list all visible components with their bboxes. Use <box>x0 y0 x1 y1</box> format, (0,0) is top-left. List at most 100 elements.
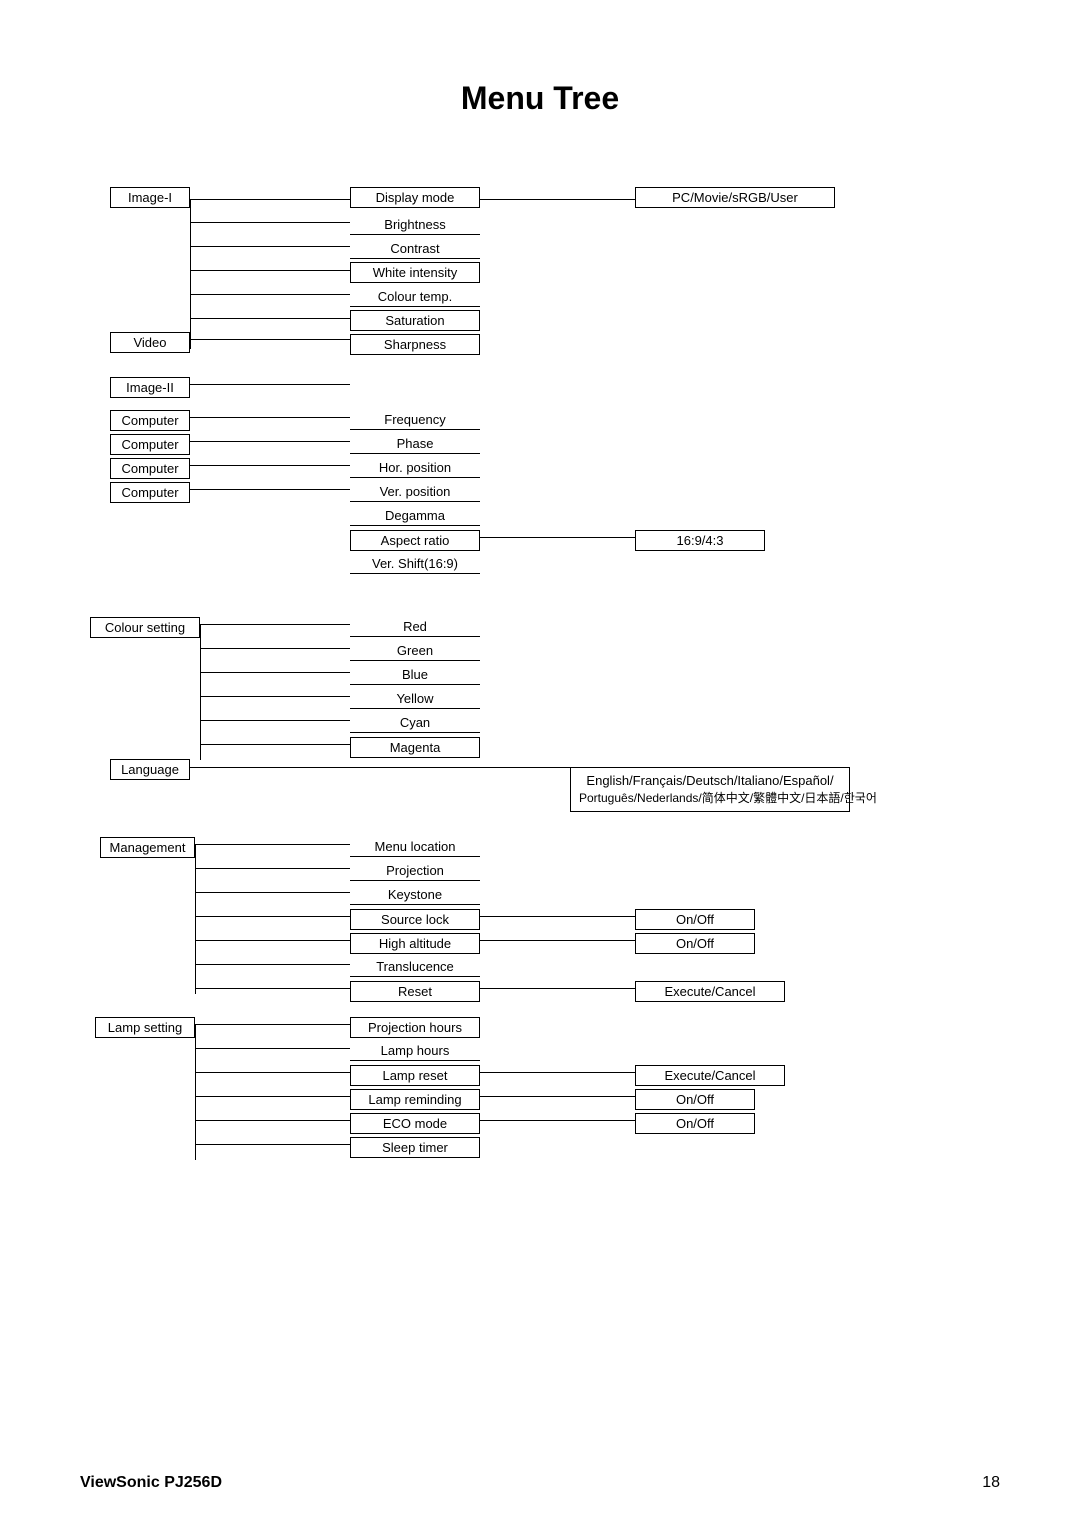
node-computer-2: Computer <box>110 434 190 455</box>
line-to-projection <box>195 868 350 869</box>
node-aspect-ratio: Aspect ratio <box>350 530 480 551</box>
node-computer-1: Computer <box>110 410 190 431</box>
node-frequency: Frequency <box>350 410 480 430</box>
node-image-ii: Image-II <box>110 377 190 398</box>
line-comp3 <box>190 465 350 466</box>
line-comp2 <box>190 441 350 442</box>
language-val-line1: English/Français/Deutsch/Italiano/Españo… <box>579 772 841 790</box>
node-reset: Reset <box>350 981 480 1002</box>
line-ecomode-col3 <box>480 1120 635 1121</box>
node-lamp-hours: Lamp hours <box>350 1041 480 1061</box>
line-to-white-intensity <box>190 270 350 271</box>
node-eco-mode: ECO mode <box>350 1113 480 1134</box>
vline-video <box>190 318 191 339</box>
node-source-lock: Source lock <box>350 909 480 930</box>
node-saturation: Saturation <box>350 310 480 331</box>
node-colour-setting: Colour setting <box>90 617 200 638</box>
node-lamp-reset-val: Execute/Cancel <box>635 1065 785 1086</box>
node-cyan: Cyan <box>350 713 480 733</box>
tree-wrapper: Image-I Video Image-II Computer Computer… <box>80 177 980 1377</box>
line-to-contrast <box>190 246 350 247</box>
node-computer-4: Computer <box>110 482 190 503</box>
footer-page: 18 <box>982 1474 1000 1492</box>
node-aspect-ratio-val: 16:9/4:3 <box>635 530 765 551</box>
vline-lamp <box>195 1024 196 1160</box>
line-to-sourcelock <box>195 916 350 917</box>
line-comp4 <box>190 489 350 490</box>
line-to-blue <box>200 672 350 673</box>
node-sharpness: Sharpness <box>350 334 480 355</box>
vline-mgmt <box>195 844 196 994</box>
node-image-i: Image-I <box>110 187 190 208</box>
line-coloursetting <box>200 624 350 625</box>
page-title: Menu Tree <box>0 0 1080 157</box>
node-colour-temp: Colour temp. <box>350 287 480 307</box>
node-language: Language <box>110 759 190 780</box>
node-display-mode-val: PC/Movie/sRGB/User <box>635 187 835 208</box>
line-to-lamphours <box>195 1048 350 1049</box>
node-keystone: Keystone <box>350 885 480 905</box>
language-val-line2: Português/Nederlands/简体中文/繁體中文/日本語/한국어 <box>579 790 841 807</box>
node-projection-hours: Projection hours <box>350 1017 480 1038</box>
line-to-magenta <box>200 744 350 745</box>
node-magenta: Magenta <box>350 737 480 758</box>
line-lampreset-col3 <box>480 1072 635 1073</box>
vline-colour <box>200 624 201 760</box>
node-sleep-timer: Sleep timer <box>350 1137 480 1158</box>
node-ver-shift: Ver. Shift(16:9) <box>350 554 480 574</box>
brand-name: ViewSonic <box>80 1474 160 1491</box>
node-yellow: Yellow <box>350 689 480 709</box>
line-to-reset <box>195 988 350 989</box>
node-degamma: Degamma <box>350 506 480 526</box>
line-dispmode-to-col3 <box>480 199 635 200</box>
node-menu-location: Menu location <box>350 837 480 857</box>
node-ver-position: Ver. position <box>350 482 480 502</box>
node-hor-position: Hor. position <box>350 458 480 478</box>
line-video-to-col2a <box>190 339 350 340</box>
line-lamp-col2 <box>195 1024 350 1025</box>
line-to-green <box>200 648 350 649</box>
node-green: Green <box>350 641 480 661</box>
node-source-lock-val: On/Off <box>635 909 755 930</box>
node-lamp-reminding-val: On/Off <box>635 1089 755 1110</box>
node-contrast: Contrast <box>350 239 480 259</box>
line-to-lampreset <box>195 1072 350 1073</box>
node-display-mode: Display mode <box>350 187 480 208</box>
node-lamp-setting: Lamp setting <box>95 1017 195 1038</box>
node-translucence: Translucence <box>350 957 480 977</box>
node-white-intensity: White intensity <box>350 262 480 283</box>
line-mgmt-col2 <box>195 844 350 845</box>
line-aspect-to-col3 <box>480 537 635 538</box>
line-sourcelock-col3 <box>480 916 635 917</box>
node-video: Video <box>110 332 190 353</box>
node-red: Red <box>350 617 480 637</box>
line-lampreminding-col3 <box>480 1096 635 1097</box>
line-to-cyan <box>200 720 350 721</box>
line-to-translucence <box>195 964 350 965</box>
line-to-colour-temp <box>190 294 350 295</box>
node-management: Management <box>100 837 195 858</box>
node-lamp-reminding: Lamp reminding <box>350 1089 480 1110</box>
menu-tree: Image-I Video Image-II Computer Computer… <box>80 177 1080 1377</box>
node-high-altitude: High altitude <box>350 933 480 954</box>
model-name-text: PJ256D <box>164 1474 222 1491</box>
line-to-sleeptimer <box>195 1144 350 1145</box>
line-video-col2b <box>190 318 350 319</box>
line-imagei-to-col2 <box>190 199 350 200</box>
footer: ViewSonic PJ256D 18 <box>80 1474 1000 1492</box>
node-blue: Blue <box>350 665 480 685</box>
line-to-lampreminding <box>195 1096 350 1097</box>
node-computer-3: Computer <box>110 458 190 479</box>
node-high-altitude-val: On/Off <box>635 933 755 954</box>
line-highaltitude-col3 <box>480 940 635 941</box>
line-to-keystone <box>195 892 350 893</box>
line-imageii-col2 <box>190 384 350 385</box>
node-brightness: Brightness <box>350 215 480 235</box>
node-eco-mode-val: On/Off <box>635 1113 755 1134</box>
line-reset-col3 <box>480 988 635 989</box>
node-reset-val: Execute/Cancel <box>635 981 785 1002</box>
line-comp1 <box>190 417 350 418</box>
line-to-highaltitude <box>195 940 350 941</box>
node-lamp-reset: Lamp reset <box>350 1065 480 1086</box>
node-projection: Projection <box>350 861 480 881</box>
